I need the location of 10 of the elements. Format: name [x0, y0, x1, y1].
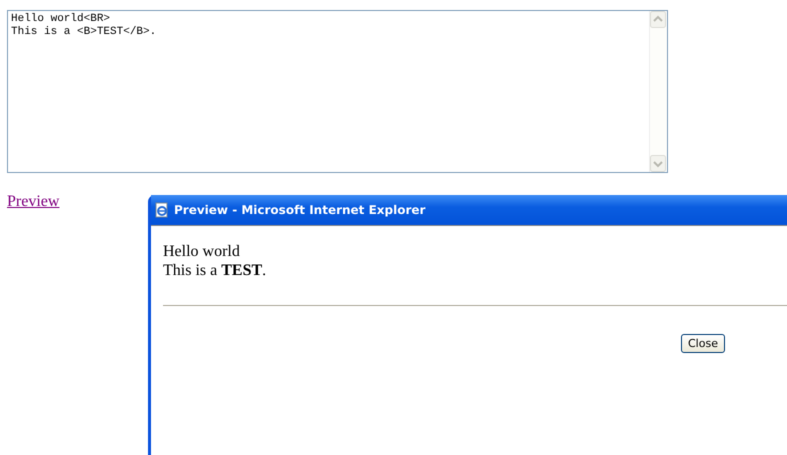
scrollbar[interactable]: [649, 11, 667, 172]
preview-text: This is a TEST.: [163, 261, 268, 280]
preview-link[interactable]: Preview: [7, 193, 60, 211]
scroll-up-icon[interactable]: [650, 11, 666, 28]
close-button[interactable]: Close: [681, 334, 725, 353]
page-icon: [154, 202, 170, 218]
preview-text: Hello world: [163, 242, 241, 261]
scroll-down-icon[interactable]: [650, 155, 666, 172]
window-title: Preview - Microsoft Internet Explorer: [174, 203, 426, 217]
text-area[interactable]: Hello world<BR> This is a <B>TEST</B>.: [7, 10, 668, 173]
